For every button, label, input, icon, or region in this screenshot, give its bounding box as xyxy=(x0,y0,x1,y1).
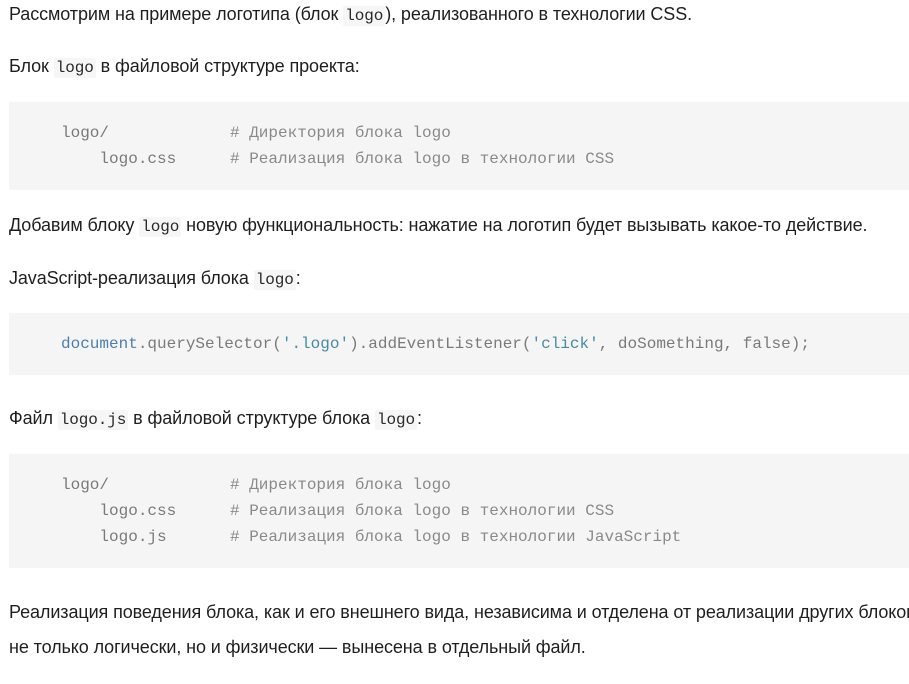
code-comment: # Реализация блока logo в технологии Jav… xyxy=(230,528,682,546)
text-fragment: в файловой структуре проекта: xyxy=(95,56,360,76)
inline-code-logo: logo xyxy=(343,6,386,26)
inline-code-logo: logo xyxy=(374,410,417,430)
code-block-file-tree: logo/ # Директория блока logo logo.css #… xyxy=(9,102,909,190)
code-comment: # Директория блока logo xyxy=(230,476,451,494)
text-fragment: JavaScript-реализация блока xyxy=(9,268,254,288)
code-path: logo.css xyxy=(61,502,177,520)
code-block-js: document.querySelector('.logo').addEvent… xyxy=(9,313,909,375)
intro-text-before: Рассмотрим на примере логотипа (блок xyxy=(9,4,344,24)
code-method: .querySelector( xyxy=(137,335,282,353)
inline-code-logo-js: logo.js xyxy=(57,410,129,430)
logo-js-paragraph: Файл logo.js в файловой структуре блока … xyxy=(9,404,422,434)
code-line: logo/ xyxy=(61,120,109,146)
code-path: logo/ xyxy=(61,124,110,142)
intro-paragraph: Рассмотрим на примере логотипа (блок log… xyxy=(9,0,692,30)
code-block-file-tree-js: logo/ # Директория блока logo logo.css #… xyxy=(9,454,909,568)
text-fragment: в файловой структуре блока xyxy=(128,408,375,428)
js-implementation-paragraph: JavaScript-реализация блока logo: xyxy=(9,264,301,294)
text-fragment: Добавим блоку xyxy=(9,215,140,235)
text-fragment: : xyxy=(295,268,301,288)
code-path: logo.js xyxy=(61,528,167,546)
code-comment: # Директория блока logo xyxy=(230,124,451,142)
file-structure-paragraph: Блок logo в файловой структуре проекта: xyxy=(9,52,360,82)
text-fragment: : xyxy=(416,408,422,428)
code-line: logo.css xyxy=(61,146,176,172)
inline-code-logo: logo xyxy=(53,58,96,78)
text-fragment: Файл xyxy=(9,408,58,428)
code-path: logo/ xyxy=(61,476,110,494)
code-string: 'click' xyxy=(531,335,599,353)
code-method: ).addEventListener( xyxy=(349,335,532,353)
conclusion-paragraph-line1: Реализация поведения блока, как и его вн… xyxy=(9,602,909,622)
intro-text-after: ), реализованного в технологии CSS. xyxy=(385,4,693,24)
inline-code-logo: logo xyxy=(139,217,182,237)
js-code-line: document.querySelector('.logo').addEvent… xyxy=(61,331,810,357)
code-string: '.logo' xyxy=(281,335,350,353)
code-comment: # Реализация блока logo в технологии CSS xyxy=(230,150,615,168)
text-fragment: Блок xyxy=(9,56,54,76)
code-rest: , doSomething, false); xyxy=(598,335,810,353)
conclusion-paragraph-line2: не только логически, но и физически — вы… xyxy=(9,637,586,657)
code-path: logo.css xyxy=(61,150,177,168)
code-comment: # Реализация блока logo в технологии CSS xyxy=(230,502,615,520)
inline-code-logo: logo xyxy=(253,270,296,290)
text-fragment: новую функциональность: нажатие на логот… xyxy=(181,215,868,235)
code-keyword: document xyxy=(61,335,138,353)
functionality-paragraph: Добавим блоку logo новую функциональност… xyxy=(9,211,868,241)
